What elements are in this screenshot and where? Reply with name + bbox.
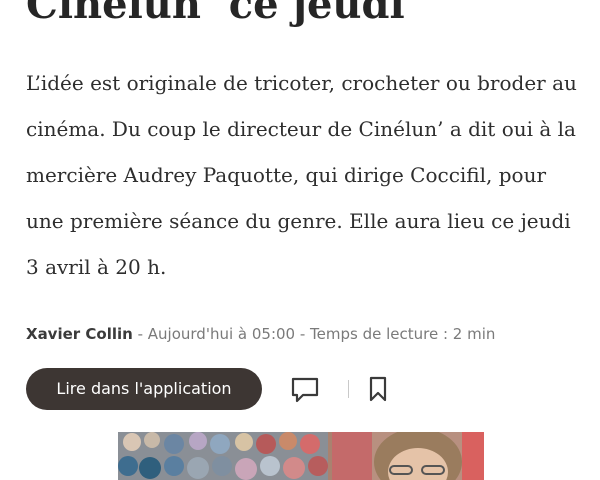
action-divider — [348, 380, 349, 398]
article-lead: L’idée est originale de tricoter, croche… — [26, 71, 577, 279]
article-meta: Xavier Collin - Aujourd'hui à 05:00 - Te… — [26, 322, 495, 346]
publish-info: - Aujourd'hui à 05:00 - Temps de lecture… — [132, 325, 496, 343]
author-name[interactable]: Xavier Collin — [26, 325, 133, 343]
photo-image — [118, 432, 484, 480]
comment-icon[interactable] — [290, 376, 320, 404]
read-in-app-button[interactable]: Lire dans l'application — [26, 368, 262, 410]
bookmark-icon[interactable] — [368, 376, 388, 402]
article-title: Cinélun’ ce jeudi — [26, 0, 405, 28]
article-photo — [118, 432, 484, 480]
